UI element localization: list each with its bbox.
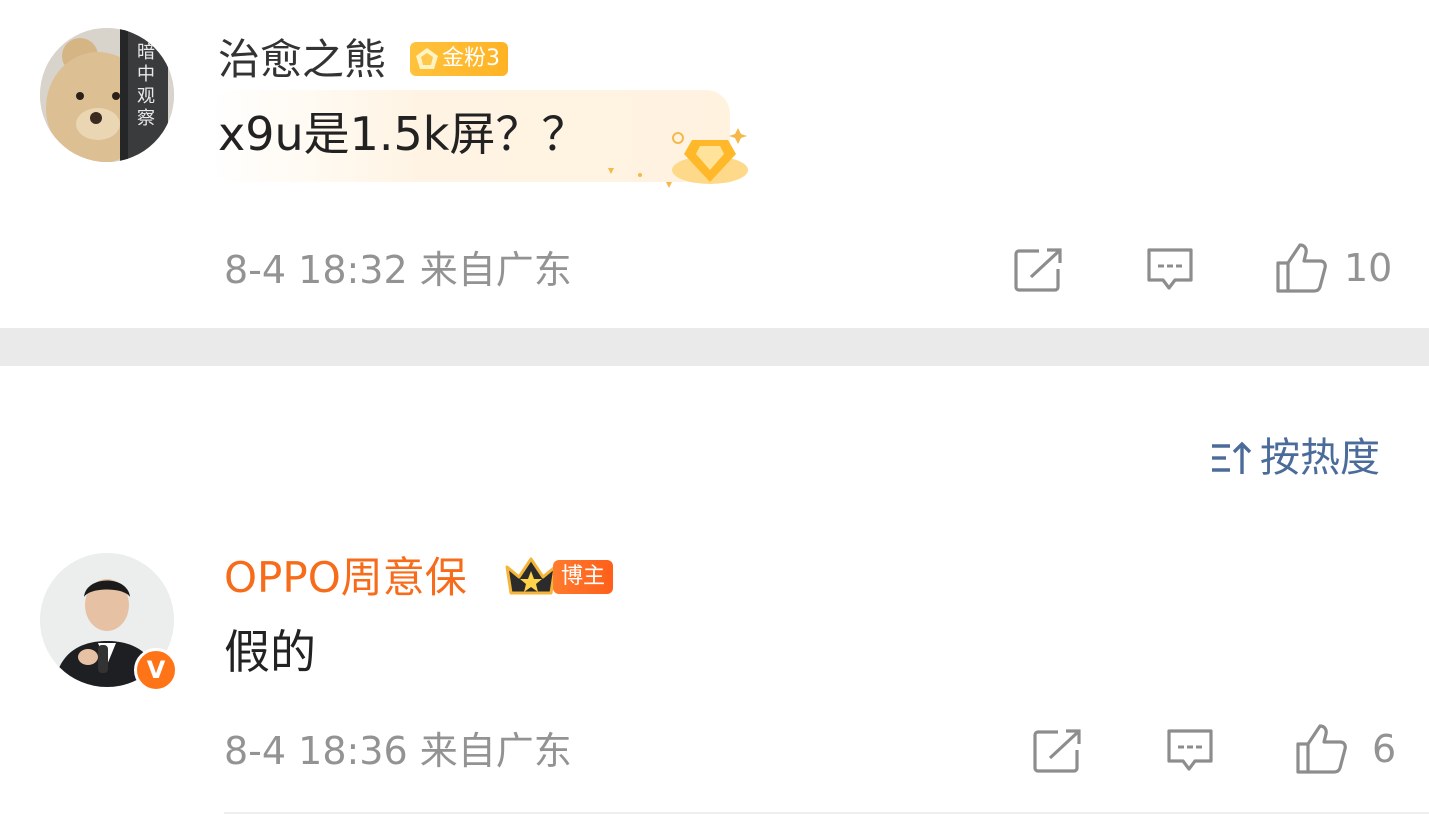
blogger-badge-label: 博主 [553,560,614,594]
comment-text: 假的 [224,625,316,679]
fan-badge-label: 金粉3 [442,46,500,71]
comment-text: x9u是1.5k屏？？ [218,107,588,161]
fan-badge-icon [416,48,438,69]
like-button[interactable]: 10 [1272,240,1392,296]
verified-icon: V [134,648,178,692]
sort-icon [1212,441,1252,474]
bubble-decoration-icon [608,128,748,188]
share-icon [1033,729,1081,773]
sort-by-hot-button[interactable]: 按热度 [1210,434,1380,482]
comment-button[interactable] [1162,725,1218,777]
avatar-overlay-text: 暗中观察 [137,42,155,129]
fan-level-badge[interactable]: 金粉3 [410,42,508,76]
comment-meta: 8-4 18:36 来自广东 [224,729,572,773]
like-icon [1276,243,1327,293]
comment-username[interactable]: 治愈之熊 [218,34,386,86]
share-button[interactable] [1029,725,1085,777]
comment-meta: 8-4 18:32 来自广东 [224,248,572,292]
avatar-zhiyuzhixiong[interactable]: 暗中观察 [40,28,174,162]
like-count: 6 [1372,727,1397,771]
like-icon [1296,724,1347,774]
blogger-badge[interactable]: 博主 [503,555,614,599]
share-button[interactable] [1010,244,1066,296]
comment-username[interactable]: OPPO周意保 [224,552,467,604]
comment-button[interactable] [1142,244,1198,296]
crown-icon [505,557,557,595]
like-count: 10 [1344,246,1393,290]
comment-icon [1167,729,1213,771]
section-divider [0,328,1429,366]
sort-label: 按热度 [1260,435,1380,481]
comment-icon [1147,248,1193,290]
like-button[interactable]: 6 [1292,721,1396,777]
share-icon [1014,248,1062,292]
comment-divider [224,812,1429,814]
